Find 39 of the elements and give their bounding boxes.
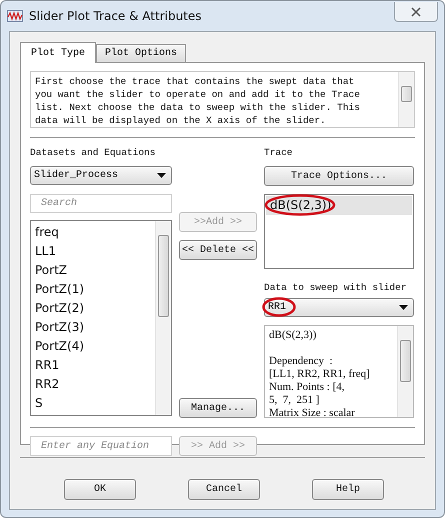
scrollbar[interactable] xyxy=(397,326,413,417)
info-text: dB(S(2,3)) Dependency : [LL1, RR2, RR1, freq] Num. Points : [4, 5, 7, 251 ] Matrix Size : scalar xyxy=(269,328,371,417)
list-item[interactable]: PortZ(2) xyxy=(31,299,155,318)
tab[interactable]: Plot Options xyxy=(96,44,186,62)
list-item[interactable]: PortZ(3) xyxy=(31,318,155,337)
dialog-button[interactable]: Help xyxy=(312,479,384,500)
list-item[interactable]: PortZ(1) xyxy=(31,280,155,299)
wave-icon xyxy=(7,10,23,22)
circle-annotation xyxy=(262,297,296,317)
sweep-label: Data to sweep with slider xyxy=(264,281,408,295)
circle-annotation xyxy=(264,194,336,216)
list-item[interactable]: LL1 xyxy=(31,242,155,261)
list-item[interactable]: dB(S(2,3)) xyxy=(266,196,412,215)
list-item[interactable]: freq xyxy=(31,223,155,242)
scrollbar[interactable] xyxy=(398,72,414,127)
list-item[interactable]: RR2 xyxy=(31,375,155,394)
list-button[interactable]: << Delete << xyxy=(179,240,257,260)
window-title: Slider Plot Trace & Attributes xyxy=(29,9,203,23)
caret-icon xyxy=(399,305,408,310)
scrollbar[interactable] xyxy=(155,221,171,415)
equation-field[interactable]: Enter any Equation xyxy=(30,436,172,456)
caret-icon xyxy=(157,173,166,178)
list-item[interactable]: S xyxy=(31,394,155,413)
sweep-dropdown[interactable]: RR1 xyxy=(264,298,414,317)
close-button[interactable] xyxy=(394,2,438,22)
dataset-dropdown[interactable]: Slider_Process xyxy=(30,166,172,185)
list-item[interactable]: RR1 xyxy=(31,356,155,375)
trace-options-button[interactable]: Trace Options... xyxy=(264,166,414,186)
manage-button[interactable]: Manage... xyxy=(179,398,257,418)
trace-label: Trace xyxy=(264,146,294,160)
list-item[interactable]: PortZ(4) xyxy=(31,337,155,356)
dialog-button[interactable]: OK xyxy=(64,479,136,500)
description-text: First choose the trace that contains the swept data that you want the slider to operate on and add it to the Trace list. Next choose the data to sweep with the slider. This data will be displayed on the X axis of the slider. xyxy=(35,75,361,127)
search-field[interactable]: Search xyxy=(30,194,172,213)
close-icon xyxy=(411,6,421,16)
tab[interactable]: Plot Type xyxy=(20,42,96,63)
datasets-label: Datasets and Equations xyxy=(30,146,156,160)
dialog-button[interactable]: Cancel xyxy=(188,479,260,500)
list-item[interactable]: PortZ xyxy=(31,261,155,280)
